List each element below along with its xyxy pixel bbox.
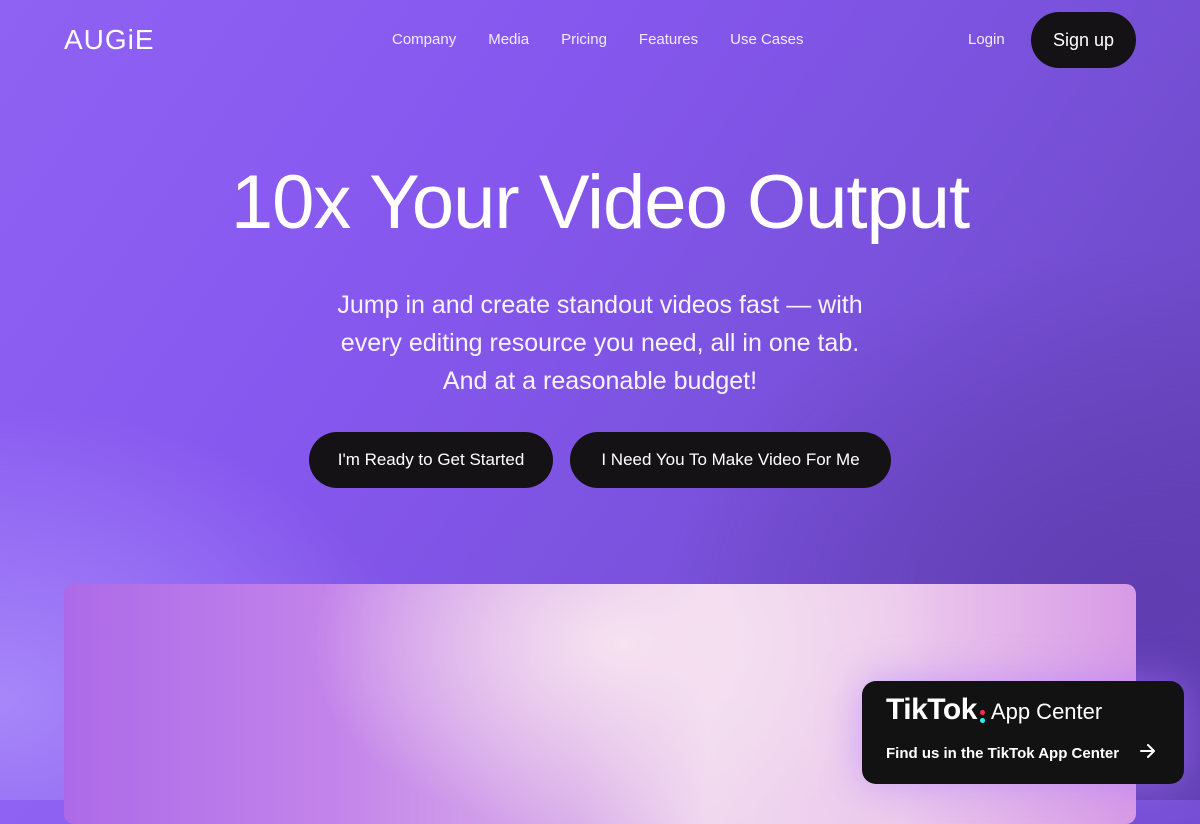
signup-button[interactable]: Sign up bbox=[1031, 12, 1136, 68]
cta-row: I'm Ready to Get Started I Need You To M… bbox=[309, 432, 891, 488]
top-nav: AUGiE Company Media Pricing Features Use… bbox=[0, 0, 1200, 80]
nav-use-cases[interactable]: Use Cases bbox=[730, 30, 803, 50]
nav-company[interactable]: Company bbox=[392, 30, 456, 50]
hero-subtitle-line: every editing resource you need, all in … bbox=[340, 329, 860, 357]
hero-subtitle-line: And at a reasonable budget! bbox=[442, 367, 758, 395]
tiktok-colon-icon bbox=[979, 710, 985, 723]
augie-logo[interactable]: AUGiE bbox=[64, 25, 155, 55]
tiktok-app-center-card[interactable]: TikTok App Center Find us in the TikTok … bbox=[862, 681, 1184, 784]
main-menu: Company Media Pricing Features Use Cases bbox=[392, 30, 835, 50]
nav-pricing[interactable]: Pricing bbox=[561, 30, 607, 50]
hero-subtitle: Jump in and create standout videos fast … bbox=[0, 286, 1200, 400]
hero-subtitle-line: Jump in and create standout videos fast … bbox=[337, 291, 863, 319]
arrow-right-icon[interactable] bbox=[1138, 741, 1158, 761]
nav-media[interactable]: Media bbox=[488, 30, 529, 50]
make-video-for-me-button[interactable]: I Need You To Make Video For Me bbox=[570, 432, 891, 488]
hero-title: 10x Your Video Output bbox=[230, 160, 970, 245]
login-link[interactable]: Login bbox=[968, 30, 1005, 50]
nav-features[interactable]: Features bbox=[639, 30, 698, 50]
tiktok-logo: TikTok bbox=[886, 693, 977, 726]
app-center-label: App Center bbox=[990, 699, 1103, 724]
tiktok-brand: TikTok App Center bbox=[886, 693, 1102, 727]
tiktok-link-text[interactable]: Find us in the TikTok App Center bbox=[886, 745, 1119, 762]
get-started-button[interactable]: I'm Ready to Get Started bbox=[309, 432, 553, 488]
